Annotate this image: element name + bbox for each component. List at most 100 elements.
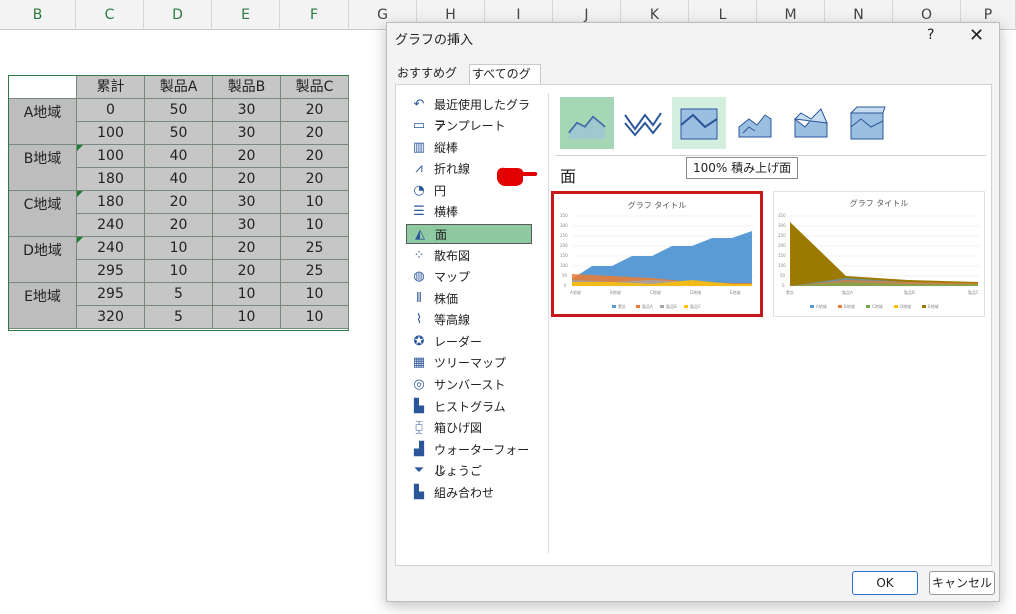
column-header-e[interactable]: E <box>212 0 280 30</box>
region-cell[interactable]: C地域 <box>9 191 77 237</box>
region-cell[interactable]: B地域 <box>9 145 77 191</box>
data-cell[interactable]: 20 <box>281 145 349 168</box>
data-cell[interactable]: 30 <box>213 191 281 214</box>
data-cell[interactable]: 20 <box>213 260 281 283</box>
y-tick-label: 300 <box>778 223 786 228</box>
chart-type-surface[interactable]: ⌇ 等高線 <box>406 310 532 330</box>
data-cell[interactable]: 25 <box>281 237 349 260</box>
data-cell[interactable]: 20 <box>145 191 213 214</box>
data-cell[interactable]: 100 <box>77 122 145 145</box>
data-cell[interactable]: 25 <box>281 260 349 283</box>
stacked-area-icon <box>624 112 662 137</box>
data-cell[interactable]: 20 <box>213 237 281 260</box>
subtype-stacked-area[interactable] <box>616 97 670 149</box>
data-cell[interactable]: 50 <box>145 122 213 145</box>
data-cell[interactable]: 240 <box>77 214 145 237</box>
chart-type-template[interactable]: ▭ テンプレート <box>406 116 532 136</box>
chart-panel: ↶ 最近使用したグラフ ▭ テンプレート ▥ 縦棒 ⩘ 折れ線 ◔ 円 ☰ 横棒 ◭ 面 ⁘ 散… <box>395 84 992 566</box>
legend-label: B地域 <box>844 303 855 309</box>
close-button[interactable]: ✕ <box>969 25 984 46</box>
chart-type-waterfall[interactable]: ▟ ウォーターフォール <box>406 440 532 477</box>
data-cell[interactable]: 5 <box>145 306 213 329</box>
column-header-b[interactable]: B <box>0 0 76 30</box>
data-cell[interactable]: 10 <box>213 283 281 306</box>
data-cell[interactable]: 20 <box>213 168 281 191</box>
data-cell[interactable]: 20 <box>281 168 349 191</box>
data-cell[interactable]: 0 <box>77 99 145 122</box>
data-cell[interactable]: 20 <box>213 145 281 168</box>
data-cell[interactable]: 295 <box>77 260 145 283</box>
data-cell[interactable]: 10 <box>281 191 349 214</box>
chart-type-funnel[interactable]: ⏷ じょうご <box>406 461 532 481</box>
data-cell[interactable]: 295 <box>77 283 145 306</box>
preview-chart-1[interactable]: 350 300 250 200 150 100 50 0 A地域 B地域 C地域 <box>551 191 763 317</box>
chart-type-label: 面 <box>435 228 448 242</box>
region-cell[interactable]: A地域 <box>9 99 77 145</box>
subtype-3d-area[interactable] <box>728 97 782 149</box>
header-cell[interactable]: 製品B <box>213 76 281 99</box>
legend-swatch <box>660 305 664 308</box>
column-chart-icon: ▥ <box>412 140 426 155</box>
chart-type-map[interactable]: ◍ マップ <box>406 267 532 287</box>
data-cell[interactable]: 50 <box>145 99 213 122</box>
preview-title: グラフ タイトル <box>849 199 909 208</box>
data-cell[interactable]: 180 <box>77 191 145 214</box>
chart-type-stock[interactable]: ⫴ 株価 <box>406 289 532 309</box>
legend-label: 製品C <box>690 303 701 309</box>
chart-type-bar[interactable]: ☰ 横棒 <box>406 202 532 222</box>
data-cell[interactable]: 20 <box>145 214 213 237</box>
cancel-button[interactable]: キャンセル <box>929 571 995 595</box>
data-cell[interactable]: 10 <box>145 260 213 283</box>
data-cell[interactable]: 240 <box>77 237 145 260</box>
data-cell[interactable]: 10 <box>145 237 213 260</box>
subtype-area[interactable] <box>560 97 614 149</box>
data-cell[interactable]: 20 <box>281 122 349 145</box>
data-cell[interactable]: 180 <box>77 168 145 191</box>
chart-type-recent[interactable]: ↶ 最近使用したグラフ <box>406 95 532 132</box>
data-cell[interactable]: 100 <box>77 145 145 168</box>
subtype-100-stacked-area[interactable] <box>672 97 726 149</box>
pie-chart-icon: ◔ <box>413 183 425 198</box>
data-cell[interactable]: 40 <box>145 145 213 168</box>
column-header-f[interactable]: F <box>280 0 349 30</box>
header-cell[interactable]: 累計 <box>77 76 145 99</box>
data-cell[interactable]: 30 <box>213 214 281 237</box>
data-cell[interactable]: 30 <box>213 122 281 145</box>
data-cell[interactable]: 30 <box>213 99 281 122</box>
data-cell[interactable]: 10 <box>281 214 349 237</box>
chart-type-radar[interactable]: ✪ レーダー <box>406 332 532 352</box>
chart-type-histogram[interactable]: ▙ ヒストグラム <box>406 397 532 417</box>
data-cell[interactable]: 20 <box>281 99 349 122</box>
series-region-e-area <box>790 222 978 286</box>
header-cell[interactable]: 製品C <box>281 76 349 99</box>
data-cell[interactable]: 5 <box>145 283 213 306</box>
preview-chart-2[interactable]: 350 300 250 200 150 100 50 0 累計 製品A 製品B <box>773 191 985 317</box>
header-cell[interactable]: 製品A <box>145 76 213 99</box>
column-header-d[interactable]: D <box>144 0 212 30</box>
chart-type-area[interactable]: ◭ 面 <box>406 224 532 244</box>
data-cell[interactable]: 320 <box>77 306 145 329</box>
ok-button[interactable]: OK <box>852 571 918 595</box>
data-cell[interactable]: 10 <box>213 306 281 329</box>
chart-type-column[interactable]: ▥ 縦棒 <box>406 138 532 158</box>
chart-type-treemap[interactable]: ▦ ツリーマップ <box>406 353 532 373</box>
chart-type-label: ツリーマップ <box>434 356 507 370</box>
tab-all-charts[interactable]: すべてのグラフ <box>469 64 541 100</box>
data-cell[interactable]: 40 <box>145 168 213 191</box>
data-cell[interactable]: 10 <box>281 283 349 306</box>
y-tick-label: 100 <box>560 263 568 268</box>
x-tick-label: 製品C <box>968 289 979 295</box>
help-button[interactable]: ? <box>927 27 934 43</box>
column-header-c[interactable]: C <box>76 0 144 30</box>
chart-type-combo[interactable]: ▙ 組み合わせ <box>406 483 532 503</box>
region-cell[interactable]: E地域 <box>9 283 77 329</box>
chart-type-scatter[interactable]: ⁘ 散布図 <box>406 246 532 266</box>
tab-recommended[interactable]: おすすめグラフ <box>395 64 467 99</box>
chart-type-boxplot[interactable]: ⧮ 箱ひげ図 <box>406 418 532 438</box>
subtype-3d-100-stacked-area[interactable] <box>840 97 894 149</box>
chart-type-sunburst[interactable]: ◎ サンバースト <box>406 375 532 395</box>
region-cell[interactable]: D地域 <box>9 237 77 283</box>
corner-cell[interactable] <box>9 76 77 99</box>
data-cell[interactable]: 10 <box>281 306 349 329</box>
subtype-3d-stacked-area[interactable] <box>784 97 838 149</box>
